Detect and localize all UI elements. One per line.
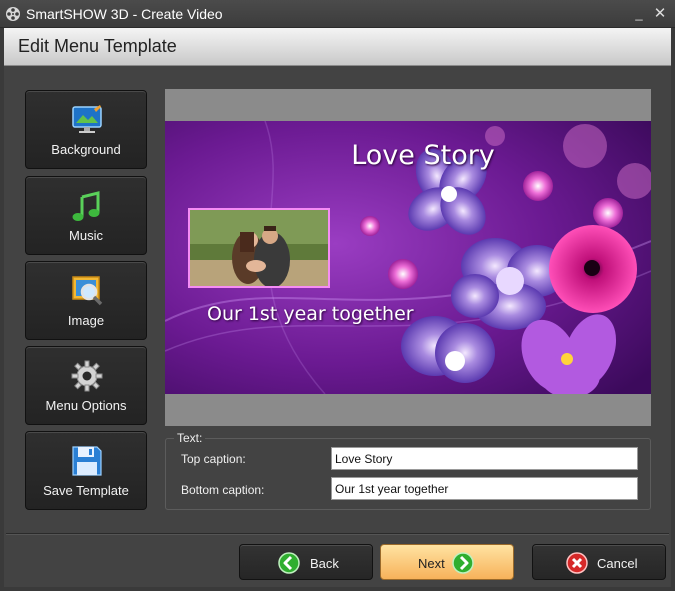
- page-title: Edit Menu Template: [18, 36, 177, 56]
- background-button[interactable]: Background: [25, 90, 147, 169]
- close-window-button[interactable]: ✕: [651, 5, 669, 23]
- sidebar-item-label: Image: [67, 313, 105, 328]
- top-caption-input[interactable]: [331, 447, 638, 470]
- menu-options-button[interactable]: Menu Options: [25, 346, 147, 425]
- sidebar-item-label: Menu Options: [45, 398, 127, 413]
- back-arrow-icon: [278, 552, 300, 574]
- bottom-caption-label: Bottom caption:: [181, 483, 265, 497]
- preview-bottom-caption: Our 1st year together: [207, 303, 414, 325]
- image-magnifier-icon: [72, 276, 103, 306]
- preview-top-caption: Love Story: [351, 140, 495, 171]
- next-label: Next: [418, 556, 445, 571]
- sidebar-item-label: Save Template: [43, 483, 129, 498]
- background-monitor-icon: [72, 105, 102, 133]
- gear-icon: [71, 360, 103, 392]
- window-title: SmartSHOW 3D - Create Video: [26, 6, 223, 22]
- preview-photo: [188, 208, 330, 288]
- back-button[interactable]: Back: [239, 544, 373, 580]
- cancel-x-icon: [566, 552, 588, 574]
- music-notes-icon: [72, 191, 100, 221]
- floppy-disk-icon: [72, 446, 102, 476]
- save-template-button[interactable]: Save Template: [25, 431, 147, 510]
- top-caption-label: Top caption:: [181, 452, 246, 466]
- footer-separator: [6, 533, 669, 534]
- couple-photo-image: [190, 210, 328, 286]
- minimize-button[interactable]: _: [630, 5, 648, 23]
- back-label: Back: [310, 556, 339, 571]
- music-button[interactable]: Music: [25, 176, 147, 255]
- window-titlebar: SmartSHOW 3D - Create Video _ ✕: [0, 0, 675, 28]
- sidebar-item-label: Background: [51, 142, 121, 157]
- text-group-legend: Text:: [174, 431, 206, 445]
- film-reel-icon: [6, 7, 20, 21]
- next-arrow-icon: [452, 552, 474, 574]
- cancel-button[interactable]: Cancel: [532, 544, 666, 580]
- bottom-caption-input[interactable]: [331, 477, 638, 500]
- page-header: Edit Menu Template: [4, 28, 671, 66]
- image-button[interactable]: Image: [25, 261, 147, 340]
- sidebar-item-label: Music: [69, 228, 103, 243]
- cancel-label: Cancel: [597, 556, 638, 571]
- menu-preview: Love Story Our 1st year together: [165, 121, 651, 394]
- next-button[interactable]: Next: [380, 544, 514, 580]
